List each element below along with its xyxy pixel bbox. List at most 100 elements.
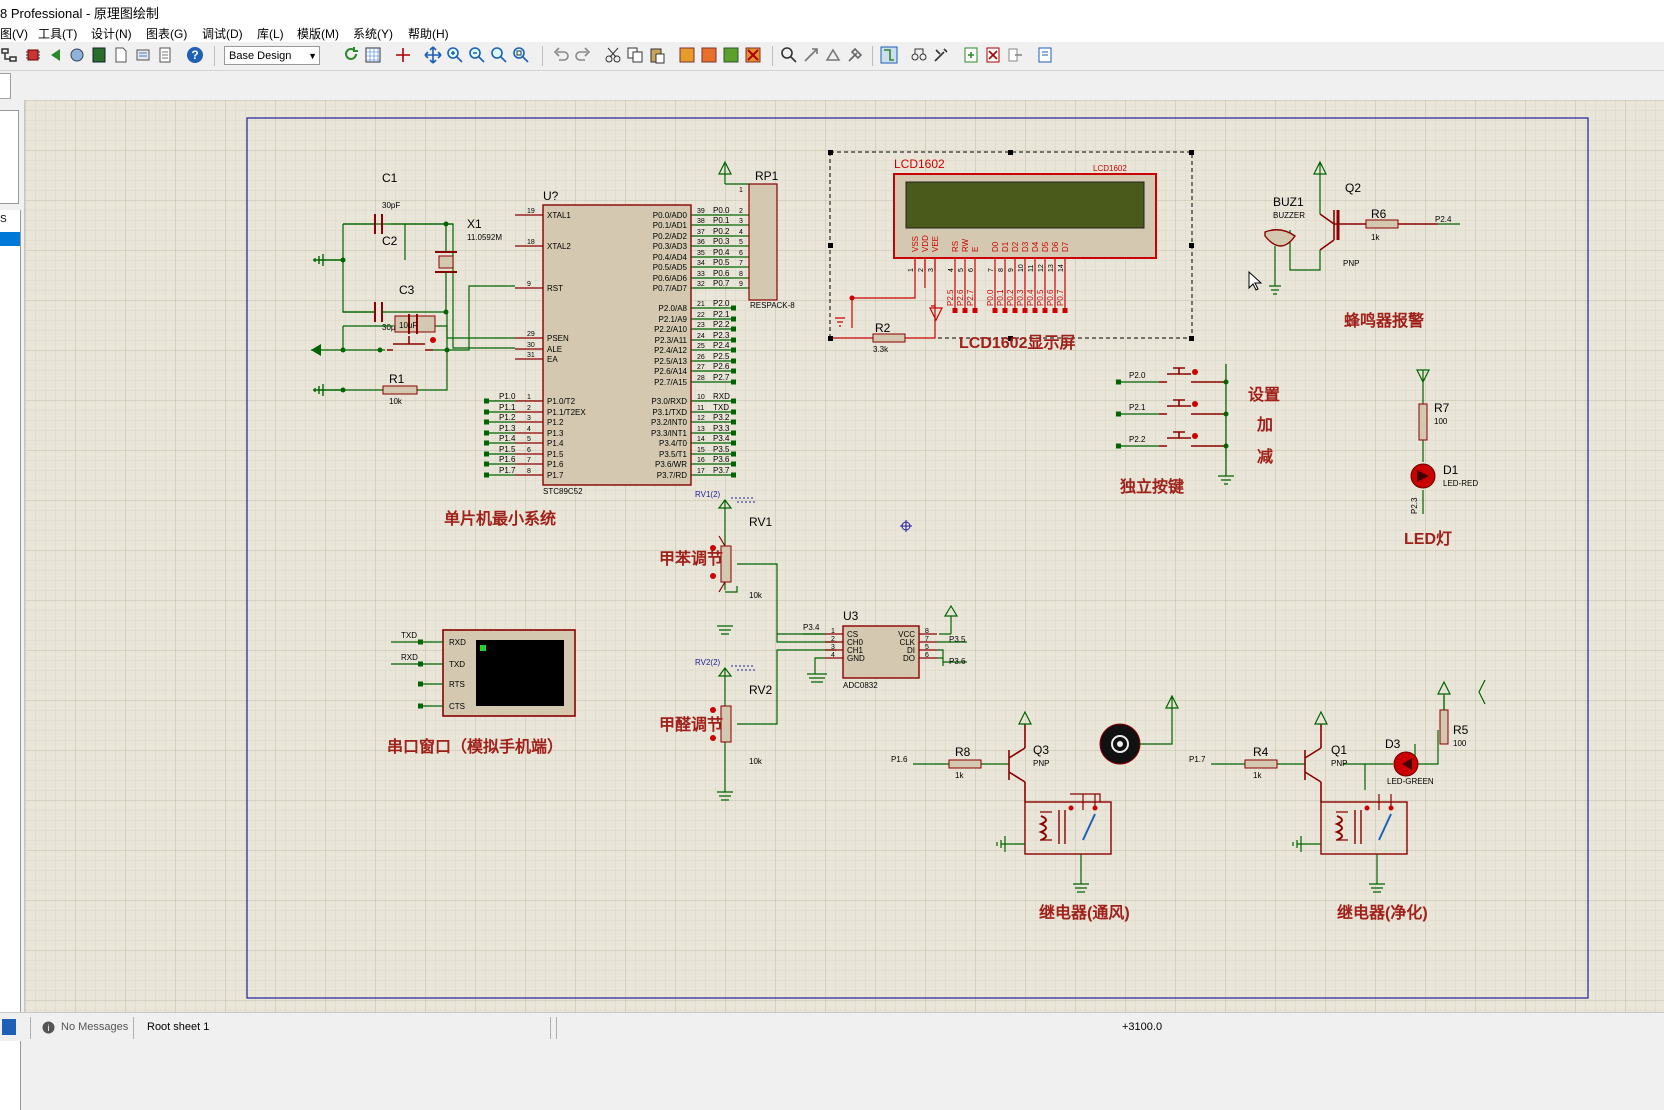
overview-window[interactable]: [0, 110, 19, 204]
mcu-pin-name: XTAL2: [547, 242, 571, 251]
mcu-net-label: P0.2: [713, 227, 730, 236]
menu-system[interactable]: 系统(Y): [353, 25, 393, 42]
zoom-in-icon[interactable]: [446, 46, 464, 64]
component-icon[interactable]: [68, 46, 86, 64]
lcd-pin-number: 9: [1008, 268, 1015, 272]
menu-help[interactable]: 帮助(H): [408, 25, 449, 42]
design-variant-value: Base Design: [229, 50, 292, 62]
mcu-pin-name: P0.2/AD2: [653, 232, 688, 241]
cut-icon[interactable]: [604, 46, 622, 64]
block-rotate-icon[interactable]: [722, 46, 740, 64]
chip-icon[interactable]: [24, 46, 42, 64]
mcu-net-label: P2.5: [713, 352, 730, 361]
menu-view[interactable]: 图(V): [0, 25, 28, 42]
pcb-icon[interactable]: [90, 46, 108, 64]
notes-icon[interactable]: [156, 46, 174, 64]
zoom-area-icon[interactable]: [512, 46, 530, 64]
lcd-pin-name: RS: [951, 241, 960, 252]
menu-tools[interactable]: 工具(T): [38, 25, 77, 42]
device-list-item[interactable]: S: [0, 214, 7, 225]
lcd-pin-number: 13: [1048, 264, 1055, 272]
mcu-pin-name: P0.5/AD5: [653, 263, 688, 272]
grid-icon[interactable]: [364, 46, 382, 64]
mcu-pin-number: 5: [527, 436, 531, 443]
mcu-pin-name: P2.3/A11: [655, 336, 688, 345]
copy-icon[interactable]: [626, 46, 644, 64]
title-bar: 8 Professional - 原理图绘制: [0, 0, 1664, 22]
decompose-icon[interactable]: [846, 46, 864, 64]
mcu-net-terminal: [731, 409, 736, 415]
help-icon[interactable]: ?: [186, 46, 204, 64]
origin-icon[interactable]: [394, 46, 412, 64]
refresh-icon[interactable]: [342, 46, 360, 64]
selected-device-item[interactable]: [0, 232, 20, 246]
menu-design[interactable]: 设计(N): [91, 25, 132, 42]
rp1-pin-number: 9: [739, 281, 743, 288]
schematic-canvas[interactable]: C1 30pF C2 30pF X1 11.0592M C3 10uF R1 1…: [25, 100, 1664, 1012]
lcd-net-terminal: [962, 308, 968, 313]
zoom-all-icon[interactable]: [490, 46, 508, 64]
label-toluene: 甲苯调节: [659, 549, 723, 568]
mcu-net-label: P2.1: [713, 310, 730, 319]
property-tool-icon[interactable]: [932, 46, 950, 64]
undo-icon[interactable]: [552, 46, 570, 64]
mcu-net-label: P2.7: [713, 373, 730, 382]
menu-template[interactable]: 模版(M): [297, 25, 339, 42]
menu-debug[interactable]: 调试(D): [202, 25, 243, 42]
messages-status[interactable]: No Messages: [61, 1021, 128, 1033]
pick-device-icon[interactable]: [780, 46, 798, 64]
block-copy-icon[interactable]: [678, 46, 696, 64]
zoom-out-icon[interactable]: [468, 46, 486, 64]
new-sheet-icon[interactable]: [962, 46, 980, 64]
schematic-svg[interactable]: C1 30pF C2 30pF X1 11.0592M C3 10uF R1 1…: [25, 100, 1664, 1012]
lcd-net-label: P2.7: [966, 289, 975, 306]
label-independent-keys: 独立按键: [1120, 477, 1184, 496]
key-pin-dot: [1192, 369, 1198, 375]
adc-pin-name: DO: [903, 654, 915, 663]
menu-graph[interactable]: 图表(G): [146, 25, 187, 42]
device-selector-list[interactable]: [0, 210, 21, 1110]
mcu-pin-name: EA: [547, 355, 558, 364]
paste-icon[interactable]: [648, 46, 666, 64]
bom-icon[interactable]: [134, 46, 152, 64]
mcu-pin-name: P0.7/AD7: [653, 284, 688, 293]
make-device-icon[interactable]: [802, 46, 820, 64]
serial-pin-terminal: [418, 703, 423, 709]
netlist-icon[interactable]: [0, 46, 18, 64]
serial-pin-name: CTS: [449, 702, 465, 711]
mcu-value: STC89C52: [543, 487, 583, 496]
adc-cs-net: P3.4: [803, 623, 820, 632]
status-separator: [556, 1017, 557, 1039]
label-set: 设置: [1248, 386, 1280, 404]
label-relay-purification: 继电器(净化): [1337, 903, 1428, 922]
back-icon[interactable]: [46, 46, 64, 64]
adc-pin-name: GND: [847, 654, 865, 663]
report-icon[interactable]: [1036, 46, 1054, 64]
menu-library[interactable]: 库(L): [257, 25, 284, 42]
rv2-ref: RV2: [749, 683, 772, 697]
schematic-tab[interactable]: [0, 73, 11, 99]
rp1-body: [748, 183, 778, 301]
design-variant-select[interactable]: Base Design ▼: [224, 46, 320, 65]
exit-parent-icon[interactable]: [1006, 46, 1024, 64]
block-move-icon[interactable]: [700, 46, 718, 64]
search-tag-icon[interactable]: [910, 46, 928, 64]
mcu-pin-number: 36: [697, 239, 705, 246]
wire-autorouter-icon[interactable]: [880, 46, 898, 64]
redo-icon[interactable]: [574, 46, 592, 64]
lcd-net-label: P0.1: [996, 289, 1005, 306]
q3-net: P1.6: [891, 755, 908, 764]
pan-icon[interactable]: [424, 46, 442, 64]
rp1-pin-number: 1: [739, 187, 743, 194]
block-delete-icon[interactable]: [744, 46, 762, 64]
r5-ref: R5: [1453, 723, 1469, 737]
package-icon[interactable]: [824, 46, 842, 64]
lcd-pin-number: 10: [1018, 264, 1025, 272]
rp1-pin-number: 3: [739, 218, 743, 225]
label-lcd1602: LCD1602显示屏: [959, 334, 1075, 352]
document-icon[interactable]: [112, 46, 130, 64]
status-separator: [133, 1017, 134, 1039]
c3-value: 10uF: [399, 321, 417, 330]
remove-sheet-icon[interactable]: [984, 46, 1002, 64]
label-add: 加: [1256, 416, 1273, 434]
